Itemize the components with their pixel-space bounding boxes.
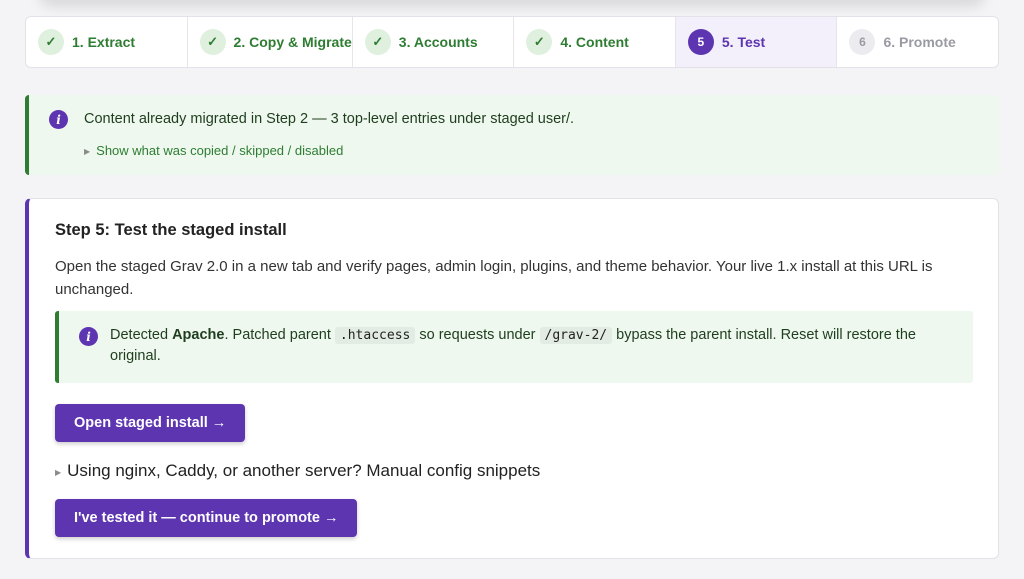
step-number-badge: 5 — [687, 29, 714, 55]
detect-mid2: so requests under — [415, 327, 540, 343]
info-icon: i — [49, 110, 68, 129]
card-description: Open the staged Grav 2.0 in a new tab an… — [55, 258, 933, 298]
step-label: 6. Promote — [883, 34, 956, 50]
step-label: 5. Test — [721, 34, 766, 50]
check-icon: ✓ — [199, 29, 226, 55]
step-promote[interactable]: 6 6. Promote — [837, 17, 998, 67]
check-icon: ✓ — [38, 29, 64, 55]
banner-message: Content already migrated in Step 2 — 3 t… — [84, 111, 575, 127]
step-content[interactable]: ✓ 4. Content — [514, 17, 676, 67]
step-copy-migrate[interactable]: ✓ 2. Copy & Migrate — [188, 17, 353, 67]
step-accounts[interactable]: ✓ 3. Accounts — [353, 17, 515, 67]
detect-text: Detected Apache. Patched parent .htacces… — [110, 325, 960, 367]
step-number-badge: 6 — [849, 29, 876, 55]
manual-config-label: Using nginx, Caddy, or another server? M… — [67, 461, 541, 480]
step-extract[interactable]: ✓ 1. Extract — [26, 17, 188, 67]
manual-config-toggle[interactable]: ▶ Using nginx, Caddy, or another server? … — [55, 461, 540, 481]
check-icon: ✓ — [526, 29, 553, 55]
server-detect-notice: i Detected Apache. Patched parent .htacc… — [55, 311, 973, 383]
migration-info-banner: i Content already migrated in Step 2 — 3… — [25, 95, 999, 175]
step-label: 2. Copy & Migrate — [233, 34, 352, 50]
continue-to-promote-button[interactable]: I've tested it — continue to promote → — [55, 499, 358, 537]
toggle-label: Show what was copied / skipped / disable… — [96, 143, 344, 158]
detect-prefix: Detected — [110, 327, 173, 343]
wizard-stepper: ✓ 1. Extract ✓ 2. Copy & Migrate ✓ 3. Ac… — [25, 16, 999, 68]
disclosure-triangle-icon: ▶ — [84, 147, 91, 156]
test-step-card: Step 5: Test the staged install Open the… — [25, 198, 999, 559]
step-label: 4. Content — [560, 34, 629, 50]
copied-details-toggle[interactable]: ▶ Show what was copied / skipped / disabl… — [84, 143, 343, 158]
server-name: Apache — [172, 327, 225, 343]
path-code: /grav-2/ — [539, 327, 613, 344]
detect-mid1: . Patched parent — [224, 327, 335, 343]
info-icon: i — [79, 327, 98, 346]
htaccess-code: .htaccess — [334, 327, 416, 344]
open-staged-install-button[interactable]: Open staged install → — [55, 404, 246, 442]
card-title: Step 5: Test the staged install — [55, 221, 287, 239]
step-label: 1. Extract — [72, 34, 136, 50]
step-test[interactable]: 5 5. Test — [675, 17, 838, 67]
step-label: 3. Accounts — [398, 34, 478, 50]
disclosure-triangle-icon: ▶ — [55, 468, 62, 477]
check-icon: ✓ — [364, 29, 391, 55]
